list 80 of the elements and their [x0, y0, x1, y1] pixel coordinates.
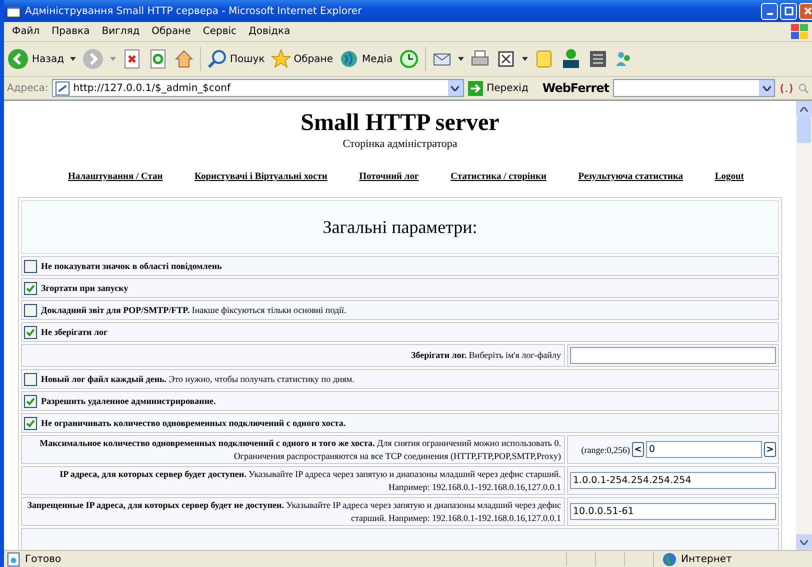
option-label: Докладний звіт для POP/SMTP/FTP. Інакше фіксуються тільки основні події. — [41, 305, 346, 315]
close-icon — [802, 5, 812, 17]
text-field[interactable] — [570, 347, 776, 364]
checkbox[interactable] — [24, 282, 37, 294]
caret-icon[interactable] — [458, 57, 464, 61]
menu-item[interactable]: Обране — [146, 26, 197, 37]
increment-button[interactable]: > — [764, 442, 776, 457]
globe-icon — [662, 552, 677, 566]
menu-item[interactable]: Правка — [46, 26, 96, 37]
refresh-icon[interactable] — [148, 49, 168, 69]
go-button[interactable]: Перехід — [468, 80, 528, 96]
dropdown-icon — [762, 86, 770, 90]
option-label: Разрешить удаленное администрирование. — [41, 396, 216, 406]
vertical-scrollbar[interactable] — [796, 101, 812, 550]
setting-description: Зберігати лог. Виберіть ім'я лог-файлу — [410, 349, 561, 362]
setting-description: Максимальное количество одновременных подключений с одного и того же хоста. Для снятия ограничений можно использовать 0. Ограничения распространяются на все TCP соединения (HTTP,FTP,POP,SMTP,Proxy) — [38, 437, 561, 462]
star-icon — [270, 49, 291, 69]
search-icon — [207, 49, 228, 69]
nav-link[interactable]: Статистика / сторінки — [450, 172, 546, 182]
menu-item[interactable]: Вигляд — [96, 26, 146, 37]
nav-link[interactable]: Результуюча статистика — [578, 172, 684, 182]
address-label: Адреса: — [7, 82, 48, 94]
setting-description: Запрещенные IP адреса, для которых сервер будет не доступен. Указывайте IP адреса через запятую и диапазоны младший через дефис старший. Например: 192.168.0.1-192.168.0.16,127.0.0.1 — [26, 499, 561, 524]
caret-icon[interactable] — [70, 57, 76, 61]
history-icon[interactable] — [398, 49, 419, 69]
page-icon — [55, 80, 70, 96]
checkbox[interactable] — [24, 394, 37, 408]
close-button[interactable] — [799, 2, 812, 20]
maximize-button[interactable] — [780, 2, 797, 20]
option-label: Не показувати значок в області повідомлень — [41, 261, 222, 271]
browser-icon — [6, 4, 21, 18]
option-label: Новый лог файл каждый день. Это нужно, чтобы получать статистику по дням. — [41, 374, 354, 384]
page-icon — [6, 552, 21, 566]
option-label: Не ограничивать количество одновременных подключений с одного хоста. — [41, 418, 346, 428]
checkbox[interactable] — [24, 326, 37, 338]
minimize-icon — [766, 12, 772, 14]
nav-link[interactable]: Logout — [714, 172, 744, 182]
search-button[interactable]: Пошук — [207, 49, 265, 69]
menu-item[interactable]: Довідка — [242, 26, 296, 37]
maximize-icon — [782, 5, 794, 17]
page-subtitle: Сторінка адміністратора — [342, 138, 458, 150]
search-field[interactable] — [613, 79, 775, 97]
media-button[interactable]: Медіа — [338, 49, 393, 69]
address-field[interactable]: http://127.0.0.1/$_admin_$conf — [52, 79, 464, 97]
menu-item[interactable]: Файл — [6, 26, 46, 37]
minimize-button[interactable] — [761, 2, 778, 20]
checkbox[interactable] — [24, 372, 37, 386]
stop-icon[interactable] — [122, 49, 142, 69]
windows-logo-icon — [790, 22, 810, 40]
scroll-up-icon — [800, 106, 808, 112]
section-heading: Загальні параметри: — [21, 200, 779, 254]
status-text: Готово — [25, 554, 62, 564]
text-field[interactable]: 10.0.0.51-61 — [570, 503, 776, 520]
go-arrow-icon — [468, 80, 483, 96]
checkbox[interactable] — [24, 416, 37, 430]
favorites-button[interactable]: Обране — [270, 49, 333, 69]
toolbar-brand-label: WebFerret — [542, 81, 609, 95]
decrement-button[interactable]: < — [632, 442, 644, 457]
menu-item[interactable]: Сервіс — [196, 26, 243, 37]
checkbox[interactable] — [24, 260, 37, 272]
scroll-down-icon — [800, 540, 808, 544]
setting-description: IP адреса, для которых сервер будет доступен. Указывайте IP адреса через запятую и диапазоны младший через дефис старший. Например: 192.168.0.1-192.168.0.16,127.0.0.1 — [58, 468, 561, 493]
caret-icon[interactable] — [522, 57, 528, 61]
home-icon[interactable] — [174, 49, 194, 69]
media-icon — [338, 49, 359, 69]
scrollbar-thumb[interactable] — [797, 117, 811, 143]
option-label: Не зберігати лог — [41, 327, 108, 337]
security-zone-label: Интернет — [681, 554, 732, 564]
number-field[interactable]: 0 — [646, 441, 762, 458]
page-title: Small HTTP server — [300, 109, 500, 137]
range-hint: (range:0,256) — [581, 444, 630, 454]
nav-link[interactable]: Поточний лог — [359, 172, 419, 182]
window-title: Адміністрування Small HTTP сервера - Microsoft Internet Explorer — [25, 6, 363, 16]
option-label: Згортати при запуску — [41, 283, 128, 293]
checkbox[interactable] — [24, 304, 37, 316]
back-button[interactable]: Назад — [7, 48, 64, 70]
nav-link[interactable]: Налаштування / Стан — [68, 172, 163, 182]
nav-link[interactable]: Користувачі і Віртуальні хости — [194, 172, 328, 182]
text-field[interactable]: 1.0.0.1-254.254.254.254 — [570, 472, 776, 489]
dropdown-icon — [451, 86, 460, 90]
